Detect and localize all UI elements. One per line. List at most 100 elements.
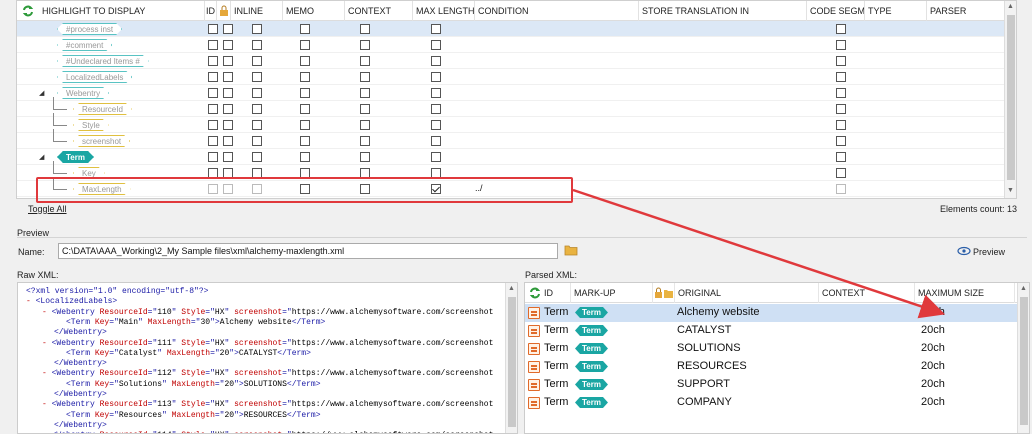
parsed-xml-view[interactable]: ID MARK-UP ORIGINAL CONTEXT MAXIMUM SIZE Ter… [524, 282, 1030, 434]
checkbox[interactable] [836, 24, 846, 34]
raw-xml-view[interactable]: <?xml version="1.0" encoding="utf-8"?> - … [17, 282, 518, 434]
checkbox[interactable] [208, 88, 218, 98]
checkbox[interactable] [252, 152, 262, 162]
checkbox[interactable] [836, 136, 846, 146]
checkbox[interactable] [300, 72, 310, 82]
checkbox[interactable] [223, 56, 233, 66]
parsed-col-header: MAXIMUM SIZE [915, 283, 1015, 303]
checkbox[interactable] [252, 40, 262, 50]
checkbox[interactable] [223, 40, 233, 50]
checkbox[interactable] [252, 88, 262, 98]
checkbox[interactable] [431, 152, 441, 162]
checkbox[interactable] [300, 24, 310, 34]
checkbox[interactable] [431, 104, 441, 114]
checkbox[interactable] [360, 40, 370, 50]
folder-icon[interactable] [564, 244, 578, 256]
expand-arrow-icon[interactable]: ◢ [39, 89, 44, 97]
raw-xml-scroll-thumb[interactable] [508, 297, 516, 427]
checkbox[interactable] [252, 136, 262, 146]
checkbox[interactable] [252, 120, 262, 130]
checkbox[interactable] [431, 24, 441, 34]
checkbox[interactable] [300, 104, 310, 114]
checkbox[interactable] [836, 152, 846, 162]
checkbox[interactable] [208, 120, 218, 130]
checkbox[interactable] [208, 72, 218, 82]
checkbox[interactable] [208, 104, 218, 114]
checkbox[interactable] [836, 120, 846, 130]
checkbox[interactable] [252, 72, 262, 82]
checkbox[interactable] [252, 24, 262, 34]
checkbox[interactable] [208, 152, 218, 162]
checkbox[interactable] [836, 184, 846, 194]
parsed-row[interactable]: Term Term COMPANY 20ch [525, 394, 1017, 412]
refresh-icon[interactable] [528, 286, 542, 300]
checkbox[interactable] [360, 152, 370, 162]
xml-token: - [42, 400, 52, 410]
checkbox[interactable] [836, 104, 846, 114]
checkbox[interactable] [360, 104, 370, 114]
grid-row[interactable]: Webentry ◢ [17, 85, 1005, 101]
checkbox[interactable] [360, 88, 370, 98]
refresh-icon[interactable] [21, 4, 35, 18]
checkbox[interactable] [223, 152, 233, 162]
checkbox[interactable] [300, 40, 310, 50]
checkbox[interactable] [431, 88, 441, 98]
checkbox[interactable] [223, 72, 233, 82]
parsed-scrollbar[interactable]: ▲ [1017, 283, 1029, 433]
checkbox[interactable] [300, 88, 310, 98]
file-name-field[interactable]: C:\DATA\AAA_Working\2_My Sample files\xm… [58, 243, 558, 259]
toggle-all-link[interactable]: Toggle All [28, 204, 67, 214]
grid-row[interactable]: #process inst [17, 21, 1005, 37]
xml-token: </Term> [286, 410, 321, 420]
checkbox[interactable] [300, 152, 310, 162]
grid-scroll-thumb[interactable] [1007, 15, 1015, 180]
grid-scrollbar[interactable]: ▲ ▼ [1004, 1, 1016, 198]
parsed-scroll-thumb[interactable] [1020, 297, 1028, 425]
checkbox[interactable] [223, 88, 233, 98]
grid-row[interactable]: #Undeclared Items # [17, 53, 1005, 69]
checkbox[interactable] [208, 56, 218, 66]
checkbox[interactable] [360, 120, 370, 130]
checkbox[interactable] [360, 72, 370, 82]
checkbox[interactable] [223, 104, 233, 114]
checkbox[interactable] [223, 120, 233, 130]
raw-xml-scrollbar[interactable]: ▲ [505, 283, 517, 433]
checkbox[interactable] [360, 136, 370, 146]
grid-row[interactable]: ResourceId [17, 97, 1005, 117]
grid-row[interactable]: LocalizedLabels [17, 69, 1005, 85]
checkbox[interactable] [431, 40, 441, 50]
checkbox[interactable] [431, 56, 441, 66]
expand-arrow-icon[interactable]: ◢ [39, 153, 44, 161]
checkbox[interactable] [836, 168, 846, 178]
checkbox[interactable] [223, 24, 233, 34]
preview-button[interactable]: Preview [973, 247, 1005, 257]
checkbox[interactable] [360, 56, 370, 66]
checkbox[interactable] [836, 72, 846, 82]
grid-row[interactable]: Style [17, 113, 1005, 133]
checkbox[interactable] [300, 56, 310, 66]
checkbox[interactable] [208, 24, 218, 34]
parsed-row[interactable]: Term Term RESOURCES 20ch [525, 358, 1017, 376]
grid-row[interactable]: Term ◢ [17, 149, 1005, 165]
grid-row[interactable]: #comment [17, 37, 1005, 53]
checkbox[interactable] [431, 120, 441, 130]
checkbox[interactable] [360, 24, 370, 34]
checkbox[interactable] [208, 136, 218, 146]
checkbox[interactable] [836, 56, 846, 66]
checkbox[interactable] [836, 40, 846, 50]
eye-icon[interactable] [957, 246, 971, 256]
checkbox[interactable] [223, 136, 233, 146]
checkbox[interactable] [300, 120, 310, 130]
grid-row[interactable]: screenshot [17, 129, 1005, 149]
checkbox[interactable] [208, 40, 218, 50]
parsed-row[interactable]: Term Term Alchemy website 30ch [525, 304, 1017, 322]
parsed-row[interactable]: Term Term SOLUTIONS 20ch [525, 340, 1017, 358]
checkbox[interactable] [252, 104, 262, 114]
checkbox[interactable] [300, 136, 310, 146]
parsed-row[interactable]: Term Term SUPPORT 20ch [525, 376, 1017, 394]
parsed-row[interactable]: Term Term CATALYST 20ch [525, 322, 1017, 340]
checkbox[interactable] [836, 88, 846, 98]
checkbox[interactable] [431, 136, 441, 146]
checkbox[interactable] [431, 72, 441, 82]
checkbox[interactable] [252, 56, 262, 66]
